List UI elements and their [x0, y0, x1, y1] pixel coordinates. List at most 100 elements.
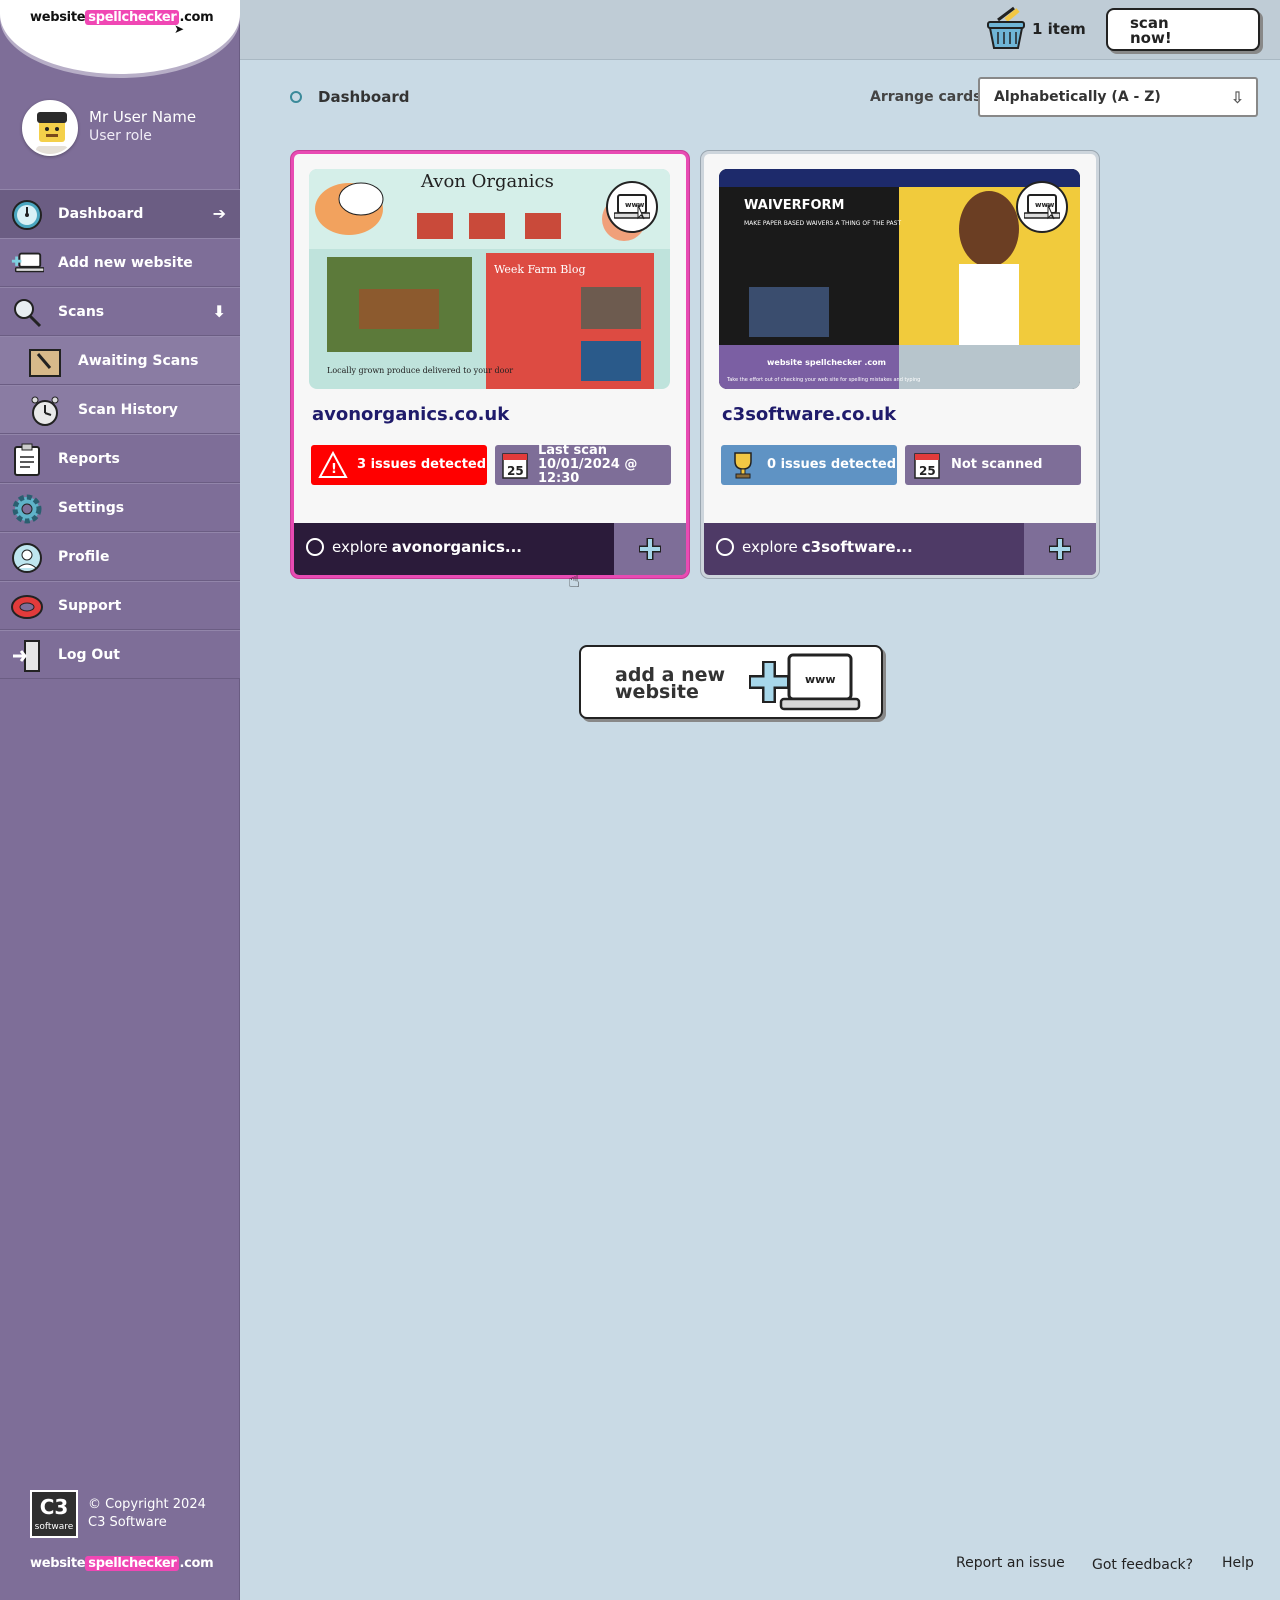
issues-text: 0 issues detected [767, 457, 897, 472]
add-new-website-button[interactable]: add a new website www [579, 645, 883, 719]
arrange-cards-select[interactable]: Alphabetically (A - Z) ⇩ [978, 77, 1258, 117]
thumb-footer-text: Locally grown produce delivered to your … [327, 366, 513, 375]
hand-cursor-icon: ☝ [568, 568, 581, 592]
magnifier-icon [10, 296, 44, 330]
sidebar-item-add-new-website[interactable]: Add new website [0, 238, 240, 287]
copyright-line1: © Copyright 2024 [88, 1497, 206, 1512]
calendar-day: 25 [507, 464, 524, 478]
avatar[interactable] [22, 100, 78, 156]
report-issue-link[interactable]: Report an issue [956, 1555, 1065, 1571]
dashboard-dot-icon [290, 91, 302, 103]
logo-cursor-icon: ➤ [174, 22, 185, 36]
scan-status-badge: 25 Last scan 10/01/2024 @ 12:30 [495, 443, 671, 486]
explore-prefix: explore [332, 538, 388, 556]
explore-name: avonorganics... [391, 538, 522, 556]
arrange-cards-label: Arrange cards [870, 89, 982, 105]
basket-icon[interactable] [984, 6, 1028, 50]
sidebar-item-label: Settings [58, 499, 125, 516]
arrange-cards-value: Alphabetically (A - Z) [994, 89, 1161, 105]
profile-face-icon [10, 541, 44, 575]
thumb-hero-title: WAIVERFORM [744, 198, 844, 213]
user-block: Mr User Name User role [22, 100, 232, 158]
svg-text:www: www [625, 201, 645, 209]
sidebar-item-settings[interactable]: Settings [0, 483, 240, 532]
thumb-bottom-text: Take the effort out of checking your web… [726, 377, 920, 383]
breadcrumb: Dashboard [290, 88, 409, 106]
calendar-icon: 25 [909, 447, 945, 483]
add-to-basket-button[interactable] [614, 523, 686, 575]
chevron-down-icon: ⇩ [1230, 88, 1244, 107]
sidebar-nav: Dashboard ➔ Add new website Scans ⬇ Awai… [0, 189, 240, 679]
sidebar-item-label: Support [58, 597, 122, 614]
copyright-block: C3 software © Copyright 2024 C3 Software [30, 1490, 230, 1540]
calendar-day: 25 [919, 464, 936, 478]
brand-logo[interactable]: website spellchecker .com ➤ [0, 0, 240, 74]
explore-link[interactable]: explore avonorganics... [306, 538, 522, 556]
arrow-down-icon: ⬇ [212, 302, 226, 321]
sidebar: website spellchecker .com ➤ Mr User Name U… [0, 0, 240, 1600]
svg-text:!: ! [331, 462, 337, 477]
sidebar-item-reports[interactable]: Reports [0, 434, 240, 483]
arrow-right-icon: ➔ [212, 204, 226, 223]
sidebar-item-log-out[interactable]: Log Out [0, 630, 240, 679]
issues-badge[interactable]: 0 issues detected [721, 445, 897, 485]
sidebar-item-support[interactable]: Support [0, 581, 240, 630]
plus-icon [1049, 538, 1071, 560]
feedback-link[interactable]: Got feedback? [1092, 1557, 1193, 1573]
user-name: Mr User Name [89, 108, 197, 126]
thumb-title: Avon Organics [420, 171, 554, 192]
sidebar-item-label: Awaiting Scans [78, 352, 199, 369]
website-card-c3software[interactable]: WAIVERFORM MAKE PAPER BASED WAIVERS A TH… [701, 151, 1099, 578]
svg-text:www: www [805, 673, 836, 686]
explore-prefix: explore [742, 538, 798, 556]
hourglass-box-icon [28, 345, 62, 379]
scan-now-line2: now! [1130, 29, 1172, 47]
sidebar-item-label: Scan History [78, 401, 178, 418]
card-footer: explore avonorganics... [294, 523, 686, 575]
add-to-basket-button[interactable] [1024, 523, 1096, 575]
sidebar-item-label: Reports [58, 450, 120, 467]
logo-text-spellchecker: spellchecker [85, 10, 180, 25]
basket-count[interactable]: 1 item [1032, 20, 1086, 38]
sidebar-item-label: Profile [58, 548, 110, 565]
warning-triangle-icon: ! [315, 447, 351, 483]
thumb-blog-title: Week Farm Blog [494, 263, 586, 276]
copyright-line2: C3 Software [88, 1515, 167, 1530]
scan-now-button[interactable]: scan now! [1106, 8, 1260, 51]
sidebar-item-scans[interactable]: Scans ⬇ [0, 287, 240, 336]
lifebuoy-icon [10, 590, 44, 624]
sidebar-item-profile[interactable]: Profile [0, 532, 240, 581]
website-thumbnail[interactable]: Avon Organics Week Farm Blog Locally gro… [309, 169, 670, 389]
issues-badge[interactable]: ! 3 issues detected [311, 445, 487, 485]
add-website-icon [10, 247, 44, 281]
sidebar-item-dashboard[interactable]: Dashboard ➔ [0, 189, 240, 238]
www-laptop-icon[interactable]: www [1016, 181, 1068, 233]
alarm-clock-icon [28, 394, 62, 428]
calendar-icon: 25 [499, 447, 532, 483]
c3-software-logo: C3 software [30, 1490, 78, 1538]
user-role: User role [89, 128, 152, 144]
plus-icon [639, 538, 661, 560]
website-domain[interactable]: avonorganics.co.uk [312, 404, 509, 425]
bottom-brand-logo: website spellchecker .com [30, 1556, 214, 1571]
www-laptop-icon[interactable]: www [606, 181, 658, 233]
gear-icon [10, 492, 44, 526]
c3-logo-top: C3 [39, 1495, 69, 1519]
sidebar-item-label: Scans [58, 303, 105, 320]
sidebar-item-scan-history[interactable]: Scan History [0, 385, 240, 434]
logo-text-com: .com [179, 10, 214, 25]
explore-link[interactable]: explore c3software... [716, 538, 913, 556]
add-website-line2: website [615, 681, 699, 703]
website-thumbnail[interactable]: WAIVERFORM MAKE PAPER BASED WAIVERS A TH… [719, 169, 1080, 389]
scan-status-line1: Not scanned [951, 457, 1043, 472]
website-domain[interactable]: c3software.co.uk [722, 404, 896, 425]
help-link[interactable]: Help [1222, 1555, 1254, 1571]
website-card-avonorganics[interactable]: Avon Organics Week Farm Blog Locally gro… [291, 151, 689, 578]
explore-name: c3software... [801, 538, 913, 556]
c3-logo-bottom: software [34, 1522, 74, 1532]
clipboard-icon [10, 443, 44, 477]
logo-text-com: .com [179, 1556, 214, 1571]
issues-text: 3 issues detected [357, 457, 487, 472]
scan-status-line1: Last scan [537, 443, 607, 458]
sidebar-item-awaiting-scans[interactable]: Awaiting Scans [0, 336, 240, 385]
